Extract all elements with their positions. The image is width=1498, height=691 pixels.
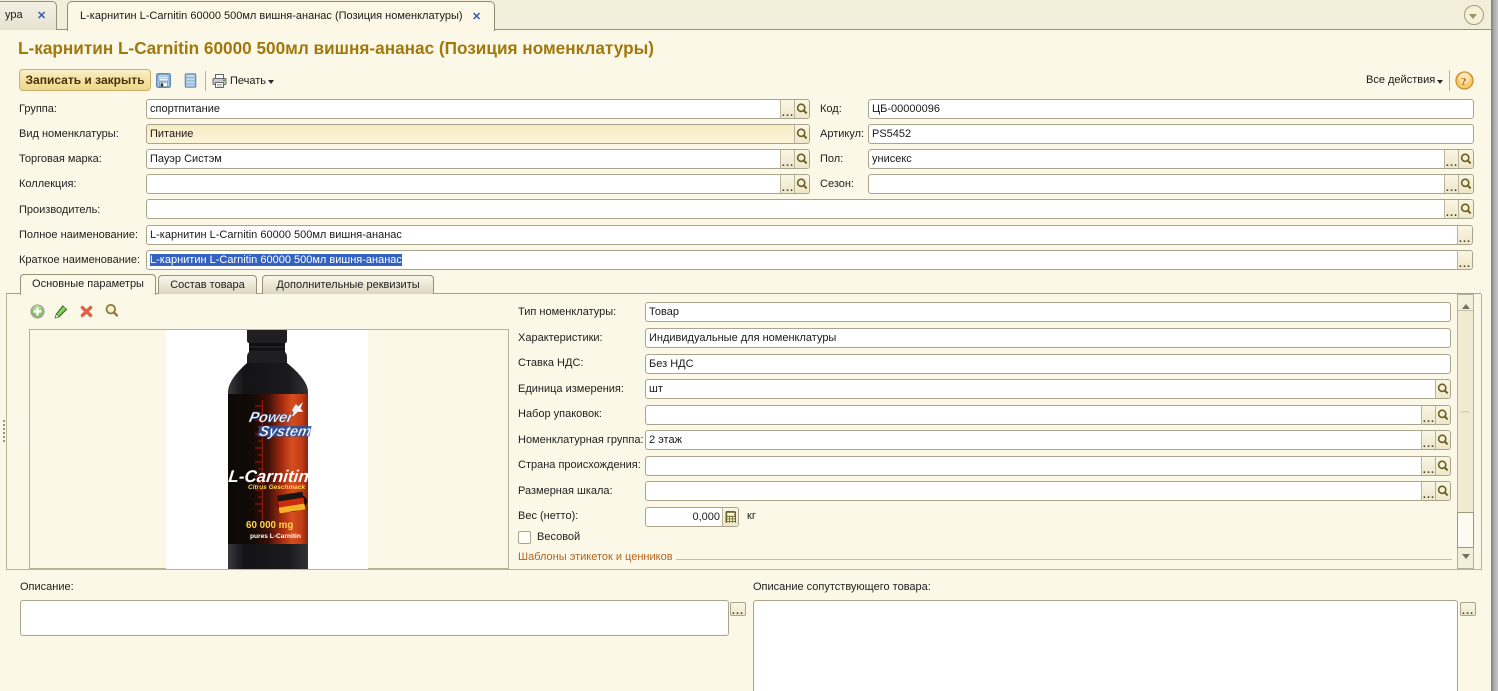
svg-text:pures L-Carnitin: pures L-Carnitin [250, 533, 301, 540]
svg-text:60 000 mg: 60 000 mg [246, 520, 293, 531]
svg-text:?: ? [1461, 76, 1467, 88]
svg-text:Citrus Geschmack: Citrus Geschmack [248, 484, 305, 491]
svg-text:System: System [258, 424, 313, 440]
